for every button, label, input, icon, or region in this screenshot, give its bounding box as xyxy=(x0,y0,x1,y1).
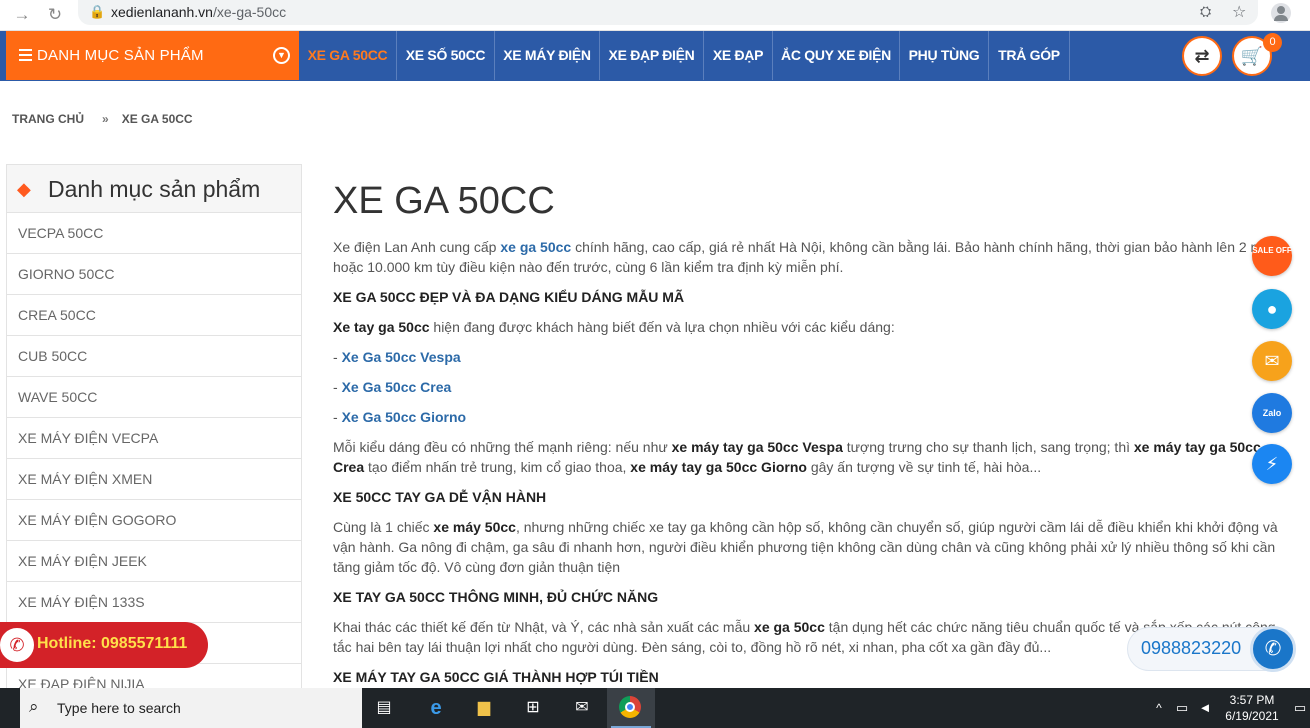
clock[interactable]: 3:57 PM 6/19/2021 xyxy=(1222,692,1282,724)
menu-item-tra-gop[interactable]: TRẢ GÓP xyxy=(989,31,1070,80)
chevron-down-icon: ▼ xyxy=(273,47,290,64)
sidebar-item[interactable]: CREA 50CC xyxy=(7,295,301,336)
chrome-icon[interactable] xyxy=(619,696,643,720)
url-text: xedienlananh.vn/xe-ga-50cc xyxy=(111,4,287,20)
file-explorer-icon[interactable]: ▆ xyxy=(472,696,496,720)
reload-icon[interactable]: ↻ xyxy=(45,5,65,25)
sidebar-item[interactable]: XE MÁY ĐIỆN VECPA xyxy=(7,418,301,459)
taskbar-search[interactable]: ⌕ Type here to search xyxy=(20,688,362,728)
mail-icon[interactable]: ✉ xyxy=(570,696,594,720)
hotline-text: Hotline: 0985571111 xyxy=(37,635,188,652)
store-icon[interactable]: ⊞ xyxy=(521,696,545,720)
phone-icon: ✆ xyxy=(1250,626,1296,672)
cart-count-badge: 0 xyxy=(1263,33,1282,52)
clock-time: 3:57 PM xyxy=(1229,693,1275,707)
operation-paragraph: Cùng là 1 chiếc xe máy 50cc, nhưng những… xyxy=(333,519,1278,575)
translate-icon[interactable]: ⛭ xyxy=(1200,3,1211,20)
task-view-icon[interactable]: ▤ xyxy=(372,696,396,720)
sidebar-item[interactable]: XE MÁY ĐIỆN GOGORO xyxy=(7,500,301,541)
intro-paragraph: Xe điện Lan Anh cung cấp xe ga 50cc chín… xyxy=(333,239,1278,275)
sidebar-item[interactable]: XE MÁY ĐIỆN XMEN xyxy=(7,459,301,500)
styles-paragraph: Xe tay ga 50cc hiện đang được khách hàng… xyxy=(333,319,895,335)
category-menu-label: DANH MỤC SẢN PHẨM xyxy=(37,47,204,64)
search-icon: ⌕ xyxy=(29,697,39,716)
menu-item-xe-ga-50cc[interactable]: XE GA 50CC xyxy=(299,31,397,80)
bookmark-star-icon[interactable]: ☆ xyxy=(1232,2,1246,22)
menu-item-phu-tung[interactable]: PHỤ TÙNG xyxy=(900,31,989,80)
profile-avatar-icon[interactable] xyxy=(1271,3,1291,23)
menu-item-xe-dap-dien[interactable]: XE ĐẠP ĐIỆN xyxy=(600,31,704,80)
page-title: XE GA 50CC xyxy=(333,180,555,222)
list-item: - Xe Ga 50cc Crea xyxy=(333,379,452,395)
menu-item-ac-quy-xe-dien[interactable]: ẮC QUY XE ĐIỆN xyxy=(773,31,900,80)
browser-toolbar: → ↻ 🔒 xedienlananh.vn/xe-ga-50cc ⛭ ☆ xyxy=(0,0,1310,31)
clock-date: 6/19/2021 xyxy=(1225,709,1279,723)
lock-icon: 🔒 xyxy=(89,4,106,19)
section-heading: XE GA 50CC ĐẸP VÀ ĐA DẠNG KIỂU DÁNG MẪU … xyxy=(333,289,685,305)
main-content: XE GA 50CC Xe điện Lan Anh cung cấp xe g… xyxy=(333,180,1293,697)
breadcrumb: TRANG CHỦ » XE GA 50CC xyxy=(12,112,193,126)
sidebar-item[interactable]: XE MÁY ĐIỆN JEEK xyxy=(7,541,301,582)
map-pin-icon[interactable]: ● xyxy=(1252,289,1292,329)
compare-icon[interactable]: ⇄ xyxy=(1182,36,1222,76)
email-icon[interactable]: ✉ xyxy=(1252,341,1292,381)
start-button[interactable] xyxy=(0,688,20,728)
category-menu-button[interactable]: DANH MỤC SẢN PHẨM ▼ xyxy=(6,31,299,80)
link-xe-ga-50cc[interactable]: xe ga 50cc xyxy=(500,239,571,255)
breadcrumb-current: XE GA 50CC xyxy=(121,112,193,126)
address-bar[interactable]: 🔒 xedienlananh.vn/xe-ga-50cc ⛭ ☆ xyxy=(78,0,1258,25)
list-item: - Xe Ga 50cc Giorno xyxy=(333,409,467,425)
ime-icon[interactable] xyxy=(1200,696,1224,720)
diamond-icon: ◆ xyxy=(17,179,31,199)
sidebar-title: Danh mục sản phẩm xyxy=(48,176,261,202)
link-giorno[interactable]: Xe Ga 50cc Giorno xyxy=(342,409,467,425)
main-menu: DANH MỤC SẢN PHẨM ▼ XE GA 50CC XE SỐ 50C… xyxy=(0,31,1310,81)
phone-call-button[interactable]: 0988823220 ✆ xyxy=(1127,626,1296,672)
breadcrumb-home[interactable]: TRANG CHỦ xyxy=(12,112,84,126)
menu-item-xe-so-50cc[interactable]: XE SỐ 50CC xyxy=(397,31,495,80)
sale-off-icon[interactable]: SALE OFF xyxy=(1252,236,1292,276)
phone-icon: ✆ xyxy=(0,626,36,664)
strengths-paragraph: Mỗi kiểu dáng đều có những thế mạnh riên… xyxy=(333,439,1261,475)
link-crea[interactable]: Xe Ga 50cc Crea xyxy=(342,379,452,395)
sidebar-header: ◆ Danh mục sản phẩm xyxy=(7,165,301,213)
phone-number: 0988823220 xyxy=(1141,638,1242,658)
zalo-icon[interactable]: Zalo xyxy=(1252,393,1292,433)
menu-item-xe-may-dien[interactable]: XE MÁY ĐIỆN xyxy=(495,31,600,80)
sidebar-item[interactable]: XE MÁY ĐIỆN 133S xyxy=(7,582,301,623)
sidebar-item[interactable]: VECPA 50CC xyxy=(7,213,301,254)
section-heading: XE TAY GA 50CC THÔNG MINH, ĐỦ CHỨC NĂNG xyxy=(333,589,659,605)
tray-chevron-up-icon[interactable]: ^ xyxy=(1147,696,1171,720)
hamburger-icon xyxy=(19,49,32,61)
hotline-button[interactable]: ✆ Hotline: 0985571111 xyxy=(0,622,208,668)
menu-item-xe-dap[interactable]: XE ĐẠP xyxy=(704,31,773,80)
sidebar-item[interactable]: CUB 50CC xyxy=(7,336,301,377)
notification-icon[interactable]: ▭ xyxy=(1288,696,1310,720)
sidebar-item[interactable]: GIORNO 50CC xyxy=(7,254,301,295)
sidebar-item[interactable]: WAVE 50CC xyxy=(7,377,301,418)
list-item: - Xe Ga 50cc Vespa xyxy=(333,349,461,365)
network-icon[interactable]: ▭ xyxy=(1170,696,1194,720)
search-placeholder: Type here to search xyxy=(57,700,181,716)
link-vespa[interactable]: Xe Ga 50cc Vespa xyxy=(342,349,461,365)
breadcrumb-separator: » xyxy=(102,112,109,126)
messenger-icon[interactable]: ⚡ xyxy=(1252,444,1292,484)
forward-arrow-icon[interactable]: → xyxy=(12,5,32,25)
windows-taskbar: ⌕ Type here to search ▤ e ▆ ⊞ ✉ ^ ▭ ◄ 3:… xyxy=(0,688,1310,728)
section-heading: XE 50CC TAY GA DỄ VẬN HÀNH xyxy=(333,489,547,505)
edge-icon[interactable]: e xyxy=(424,696,448,720)
